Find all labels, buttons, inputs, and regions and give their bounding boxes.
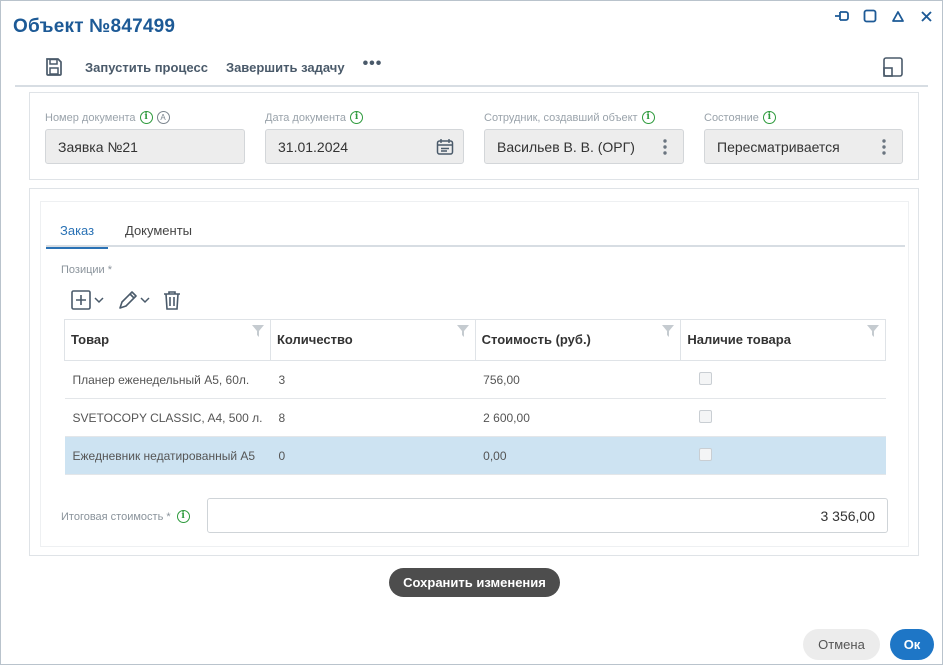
cell-cost: 756,00 [475,360,681,399]
state-value: Пересматривается [717,138,840,155]
restore-window-icon[interactable] [882,56,904,78]
availability-checkbox[interactable] [698,447,712,461]
creator-label: Сотрудник, создавший объект i [484,111,655,124]
cell-cost: 2 600,00 [475,398,681,437]
tab-bar: Заказ Документы [46,214,905,249]
window-controls [832,7,936,25]
toolbar-divider [15,85,928,87]
cell-product: SVETOCOPY CLASSIC, A4, 500 л. [64,398,271,437]
column-header-availability[interactable]: Наличие товара [680,319,886,361]
doc-number-value: Заявка №21 [58,138,138,155]
filter-icon[interactable] [251,325,264,337]
creator-value: Васильев В. В. (ОРГ) [497,138,635,155]
maximize-icon[interactable] [860,7,880,25]
doc-number-label: Номер документа i A [45,111,170,124]
tab-documents[interactable]: Документы [125,214,192,247]
column-header-quantity[interactable]: Количество [270,319,476,361]
cell-availability [680,436,886,475]
tab-order[interactable]: Заказ [46,214,109,249]
cell-cost: 0,00 [475,436,681,475]
doc-number-field[interactable]: Заявка №21 [45,129,245,164]
positions-table: Товар Количество Стоимость (руб.) Наличи… [64,319,886,475]
filter-icon[interactable] [456,325,469,337]
cell-quantity: 3 [270,360,476,399]
availability-checkbox[interactable] [698,409,712,423]
more-actions-button[interactable]: ••• [363,55,383,73]
total-cost-field[interactable]: 3 356,00 [207,498,888,533]
cancel-button[interactable]: Отмена [803,629,880,660]
table-row-selected[interactable]: Ежедневник недатированный А5 0 0,00 [64,436,886,475]
main-panel: Заказ Документы Позиции * Товар Количест… [29,188,919,556]
dialog-window: Объект №847499 Запустить процесс Заверши… [0,0,943,665]
ok-button[interactable]: Ок [890,629,934,660]
cell-quantity: 8 [270,398,476,437]
creator-field[interactable]: Васильев В. В. (ОРГ) [484,129,684,164]
floppy-disk-icon[interactable] [41,54,67,80]
start-process-button[interactable]: Запустить процесс [85,60,208,75]
doc-date-label: Дата документа i [265,111,364,124]
total-cost-value: 3 356,00 [820,507,876,524]
cell-quantity: 0 [270,436,476,475]
column-header-cost[interactable]: Стоимость (руб.) [475,319,682,361]
add-row-button[interactable] [71,290,107,310]
state-label: Состояние i [704,111,776,124]
pin-icon[interactable] [832,7,852,25]
cell-product: Ежедневник недатированный А5 [64,436,271,475]
filter-icon[interactable] [662,325,675,337]
tab-container: Заказ Документы Позиции * Товар Количест… [40,201,909,547]
save-changes-button[interactable]: Сохранить изменения [389,568,560,597]
table-row[interactable]: Планер еженедельный А5, 60л. 3 756,00 [64,360,886,399]
state-field[interactable]: Пересматривается [704,129,903,164]
info-icon[interactable]: i [641,111,655,124]
table-header-row: Товар Количество Стоимость (руб.) Наличи… [64,319,886,361]
header-fields-panel: Номер документа i A Заявка №21 Дата доку… [29,92,919,180]
trash-icon[interactable] [163,290,181,310]
collapse-icon[interactable] [888,7,908,25]
grid-toolbar [71,289,181,311]
calendar-icon[interactable] [435,137,455,157]
positions-label: Позиции * [61,264,113,276]
column-header-product[interactable]: Товар [64,319,271,361]
cell-availability [680,398,886,437]
cell-availability [680,360,886,399]
info-icon[interactable]: i [762,111,776,124]
finish-task-button[interactable]: Завершить задачу [226,60,345,75]
doc-date-value: 31.01.2024 [278,138,349,155]
window-title: Объект №847499 [13,16,176,37]
auto-number-icon: A [156,111,170,124]
cell-product: Планер еженедельный А5, 60л. [64,360,271,399]
info-icon[interactable]: i [176,510,190,523]
toolbar: Запустить процесс Завершить задачу ••• [41,53,382,81]
edit-row-button[interactable] [117,289,153,311]
kebab-menu-icon[interactable] [874,137,894,157]
availability-checkbox[interactable] [698,371,712,385]
close-icon[interactable] [916,7,936,25]
total-cost-label: Итоговая стоимость * i [61,510,190,523]
table-row[interactable]: SVETOCOPY CLASSIC, A4, 500 л. 8 2 600,00 [64,398,886,437]
kebab-menu-icon[interactable] [655,137,675,157]
info-icon[interactable]: i [139,111,153,124]
info-icon[interactable]: i [350,111,364,124]
filter-icon[interactable] [867,325,879,337]
doc-date-field[interactable]: 31.01.2024 [265,129,464,164]
